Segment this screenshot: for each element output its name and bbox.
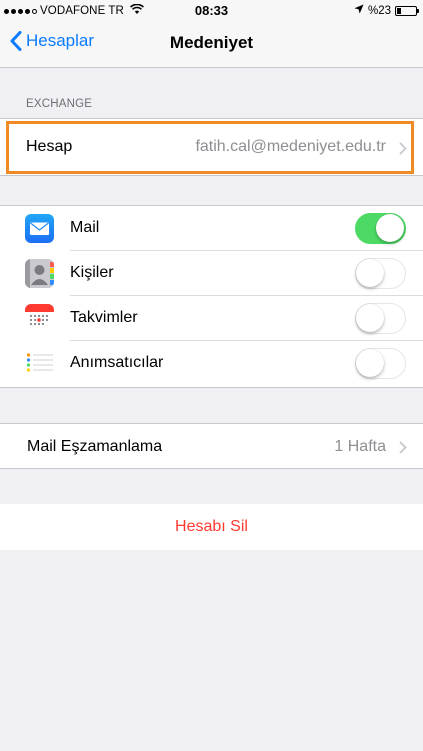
toggle-label-calendars: Takvimler	[70, 309, 138, 326]
status-bar: VODAFONE TR 08:33 %23	[0, 0, 423, 22]
contacts-icon	[25, 259, 54, 288]
toggle-knob	[356, 349, 384, 377]
toggle-row-reminders: Anımsatıcılar	[0, 341, 423, 386]
calendar-icon	[25, 304, 54, 333]
account-label: Hesap	[26, 138, 73, 155]
mail-sync-row[interactable]: Mail Eşzamanlama 1 Hafta	[0, 424, 423, 470]
top-bar: VODAFONE TR 08:33 %23 Hesaplar Medeniyet	[0, 0, 423, 68]
navigation-bar: Hesaplar Medeniyet	[0, 22, 423, 68]
status-right: %23	[354, 4, 419, 17]
account-email: fatih.cal@medeniyet.edu.tr	[195, 138, 386, 155]
battery-icon	[395, 5, 419, 16]
toggle-knob	[356, 304, 384, 332]
calendars-toggle[interactable]	[355, 303, 406, 334]
toggle-knob	[376, 214, 404, 242]
sync-toggles-group: Mail Kişiler Takvimler Anımsatıcılar	[0, 205, 423, 388]
toggle-row-calendars: Takvimler	[0, 296, 423, 341]
reminders-icon	[25, 349, 54, 378]
toggle-row-mail: Mail	[0, 206, 423, 251]
toggle-label-reminders: Anımsatıcılar	[70, 354, 164, 371]
section-header-exchange: EXCHANGE	[26, 98, 93, 110]
delete-account-button[interactable]: Hesabı Sil	[0, 518, 423, 536]
toggle-row-contacts: Kişiler	[0, 251, 423, 296]
account-group: Hesap fatih.cal@medeniyet.edu.tr	[0, 118, 423, 176]
location-arrow-icon	[354, 4, 364, 17]
page-title: Medeniyet	[169, 33, 254, 52]
toggle-knob	[356, 259, 384, 287]
mail-sync-value: 1 Hafta	[334, 438, 386, 455]
chevron-right-icon	[399, 441, 407, 454]
delete-group: Hesabı Sil	[0, 504, 423, 550]
account-row[interactable]: Hesap fatih.cal@medeniyet.edu.tr	[0, 119, 423, 177]
contacts-toggle[interactable]	[355, 258, 406, 289]
battery-fill	[397, 7, 401, 14]
chevron-right-icon	[399, 142, 407, 155]
toggle-label-mail: Mail	[70, 219, 100, 236]
reminders-toggle[interactable]	[355, 348, 406, 379]
mail-icon	[25, 214, 54, 243]
mail-sync-label: Mail Eşzamanlama	[27, 438, 163, 455]
mail-toggle[interactable]	[355, 213, 406, 244]
battery-percent: %23	[367, 4, 391, 17]
mail-sync-group: Mail Eşzamanlama 1 Hafta	[0, 423, 423, 469]
toggle-label-contacts: Kişiler	[70, 264, 114, 281]
